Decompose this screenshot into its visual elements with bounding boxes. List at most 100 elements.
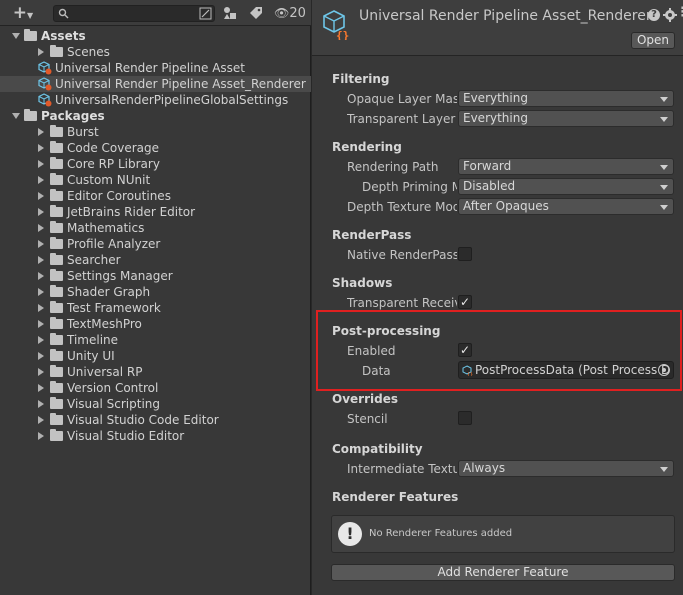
tree-folder-item[interactable]: Code Coverage — [0, 140, 311, 156]
transparent-receive-shadows-label: Transparent Receive Shadows — [347, 296, 457, 310]
tree-folder-item[interactable]: Profile Analyzer — [0, 236, 311, 252]
tree-folder-item[interactable]: Test Framework — [0, 300, 311, 316]
tree-folder-item[interactable]: Universal RP — [0, 364, 311, 380]
tree-item-label: Editor Coroutines — [67, 189, 171, 203]
opaque-layer-mask-value: Everything — [463, 91, 528, 105]
tree-asset-item[interactable]: Universal Render Pipeline Asset — [0, 60, 311, 76]
tree-folder-item[interactable]: Visual Studio Code Editor — [0, 412, 311, 428]
expand-arrow-right-icon[interactable] — [38, 288, 44, 296]
tree-item-label: Version Control — [67, 381, 159, 395]
search-by-type-icon[interactable] — [199, 7, 212, 20]
folder-icon — [50, 141, 63, 153]
tree-item-label: Shader Graph — [67, 285, 151, 299]
tree-folder-item[interactable]: Assets — [0, 28, 311, 44]
transparent-layer-mask-label: Transparent Layer Mask — [347, 112, 457, 126]
stencil-checkbox[interactable] — [458, 411, 472, 425]
expand-arrow-down-icon[interactable] — [12, 33, 20, 39]
tree-item-label: Mathematics — [67, 221, 145, 235]
hidden-packages-toggle[interactable]: 👁20 — [272, 4, 308, 22]
folder-icon — [50, 221, 63, 233]
help-icon[interactable]: ? — [648, 9, 660, 21]
expand-arrow-right-icon[interactable] — [38, 352, 44, 360]
tree-item-label: Universal RP — [67, 365, 143, 379]
tree-item-label: Assets — [41, 29, 86, 43]
tree-folder-item[interactable]: Custom NUnit — [0, 172, 311, 188]
expand-arrow-right-icon[interactable] — [38, 432, 44, 440]
tree-folder-item[interactable]: Settings Manager — [0, 268, 311, 284]
folder-icon — [50, 237, 63, 249]
expand-arrow-down-icon[interactable] — [12, 113, 20, 119]
expand-arrow-right-icon[interactable] — [38, 240, 44, 248]
tree-item-label: Scenes — [67, 45, 110, 59]
intermediate-texture-dropdown[interactable]: Always — [458, 460, 674, 477]
tree-folder-item[interactable]: JetBrains Rider Editor — [0, 204, 311, 220]
project-toolbar: +▼ 👁20 — [0, 0, 311, 26]
inspector-panel: {} Universal Render Pipeline Asset_Rende… — [312, 0, 683, 595]
tree-folder-item[interactable]: Shader Graph — [0, 284, 311, 300]
expand-arrow-right-icon[interactable] — [38, 320, 44, 328]
expand-arrow-right-icon[interactable] — [38, 384, 44, 392]
tree-folder-item[interactable]: TextMeshPro — [0, 316, 311, 332]
expand-arrow-right-icon[interactable] — [38, 48, 44, 56]
expand-arrow-right-icon[interactable] — [38, 128, 44, 136]
depth-texture-mode-dropdown[interactable]: After Opaques — [458, 198, 674, 215]
search-input[interactable] — [53, 5, 215, 22]
tree-item-label: Visual Studio Code Editor — [67, 413, 219, 427]
more-options-icon[interactable]: ⋮ — [676, 6, 683, 19]
plus-icon: + — [12, 3, 28, 23]
expand-arrow-right-icon[interactable] — [38, 416, 44, 424]
folder-icon — [24, 109, 37, 121]
tree-folder-item[interactable]: Timeline — [0, 332, 311, 348]
expand-arrow-right-icon[interactable] — [38, 192, 44, 200]
expand-arrow-right-icon[interactable] — [38, 336, 44, 344]
expand-arrow-right-icon[interactable] — [38, 304, 44, 312]
tree-folder-item[interactable]: Mathematics — [0, 220, 311, 236]
native-renderpass-checkbox[interactable] — [458, 247, 472, 261]
folder-icon — [50, 157, 63, 169]
tree-folder-item[interactable]: Scenes — [0, 44, 311, 60]
depth-priming-mode-dropdown[interactable]: Disabled — [458, 178, 674, 195]
expand-arrow-right-icon[interactable] — [38, 144, 44, 152]
expand-arrow-right-icon[interactable] — [38, 160, 44, 168]
tree-folder-item[interactable]: Burst — [0, 124, 311, 140]
expand-arrow-right-icon[interactable] — [38, 400, 44, 408]
tree-folder-item[interactable]: Unity UI — [0, 348, 311, 364]
tree-asset-item[interactable]: Universal Render Pipeline Asset_Renderer — [0, 76, 311, 92]
transparent-receive-shadows-checkbox[interactable]: ✓ — [458, 295, 472, 309]
expand-arrow-right-icon[interactable] — [38, 224, 44, 232]
render-pipeline-asset-icon — [38, 61, 52, 75]
tree-folder-item[interactable]: Searcher — [0, 252, 311, 268]
filter-type-icon[interactable] — [222, 5, 238, 21]
expand-arrow-right-icon[interactable] — [38, 256, 44, 264]
tree-folder-item[interactable]: Packages — [0, 108, 311, 124]
intermediate-texture-value: Always — [463, 461, 506, 475]
render-pipeline-asset-icon — [38, 77, 52, 91]
section-filtering: Filtering — [332, 72, 390, 86]
expand-arrow-right-icon[interactable] — [38, 368, 44, 376]
tree-folder-item[interactable]: Core RP Library — [0, 156, 311, 172]
tree-folder-item[interactable]: Visual Studio Editor — [0, 428, 311, 444]
tree-folder-item[interactable]: Editor Coroutines — [0, 188, 311, 204]
tree-item-label: Searcher — [67, 253, 121, 267]
label-tag-icon[interactable] — [249, 6, 263, 20]
settings-gear-icon[interactable] — [663, 8, 677, 22]
tree-item-label: UniversalRenderPipelineGlobalSettings — [55, 93, 289, 107]
dropdown-caret-icon — [660, 165, 668, 170]
add-renderer-feature-button[interactable]: Add Renderer Feature — [331, 564, 675, 581]
expand-arrow-right-icon[interactable] — [38, 208, 44, 216]
open-button[interactable]: Open — [631, 32, 675, 49]
stencil-label: Stencil — [347, 412, 388, 426]
expand-arrow-right-icon[interactable] — [38, 176, 44, 184]
folder-icon — [50, 429, 63, 441]
tree-folder-item[interactable]: Version Control — [0, 380, 311, 396]
transparent-layer-mask-value: Everything — [463, 111, 528, 125]
create-button[interactable]: +▼ — [8, 4, 38, 22]
expand-arrow-right-icon[interactable] — [38, 272, 44, 280]
transparent-layer-mask-dropdown[interactable]: Everything — [458, 110, 674, 127]
tree-folder-item[interactable]: Visual Scripting — [0, 396, 311, 412]
tree-asset-item[interactable]: UniversalRenderPipelineGlobalSettings — [0, 92, 311, 108]
svg-text:{}: {} — [336, 29, 349, 40]
opaque-layer-mask-dropdown[interactable]: Everything — [458, 90, 674, 107]
section-renderpass: RenderPass — [332, 228, 412, 242]
rendering-path-dropdown[interactable]: Forward — [458, 158, 674, 175]
